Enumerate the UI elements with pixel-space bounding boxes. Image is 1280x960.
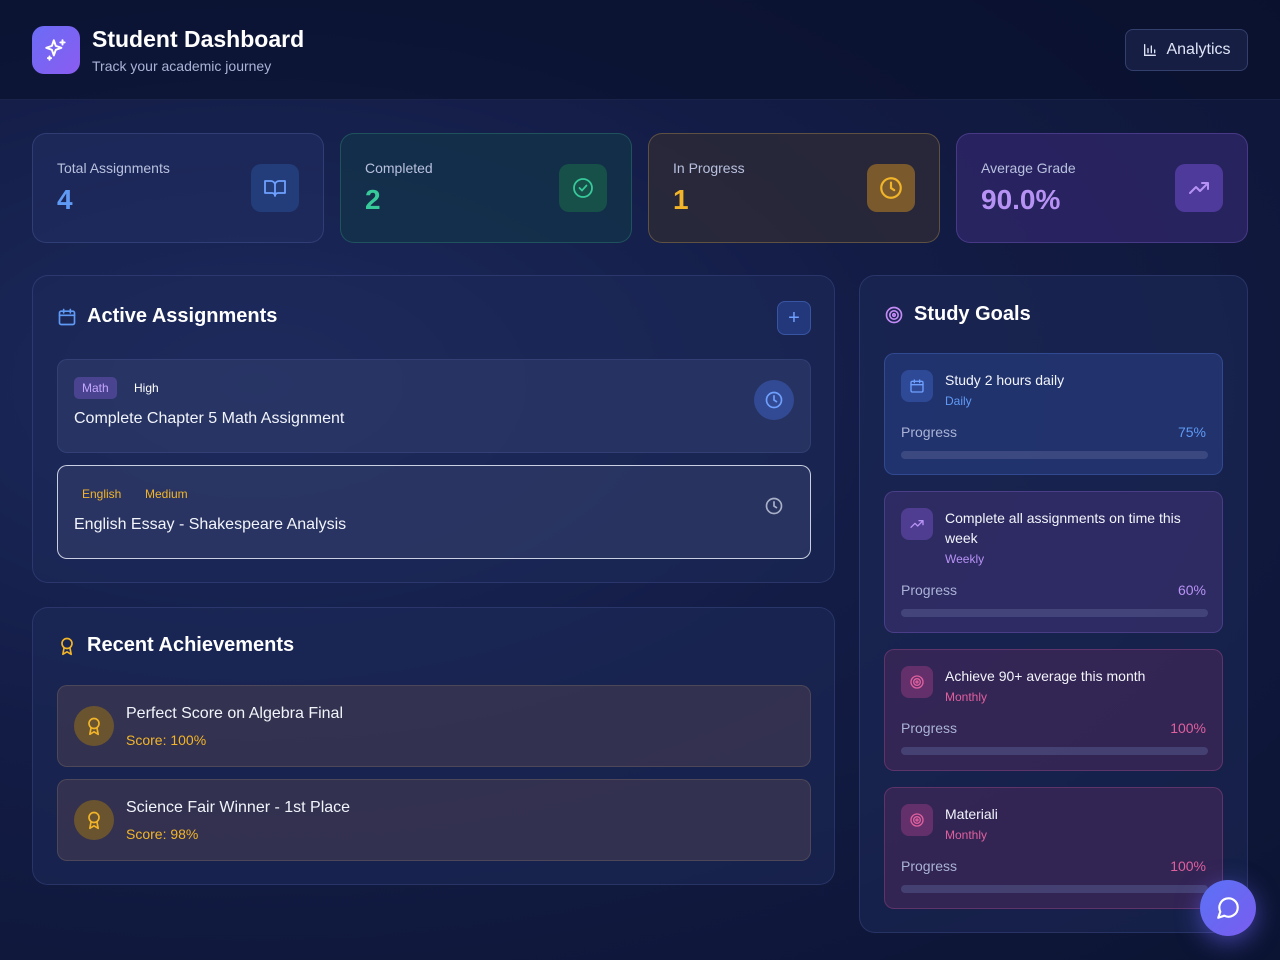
award-icon: [61, 637, 73, 655]
progress-value: 60%: [1177, 582, 1206, 598]
recent-achievements-heading: Recent Achievements: [57, 634, 294, 657]
analytics-button[interactable]: Analytics: [1125, 29, 1248, 71]
stat-label: Average Grade: [981, 160, 1076, 176]
progress-bar: [901, 885, 1208, 893]
goal-frequency: Monthly: [945, 690, 988, 704]
priority-badge: High: [134, 381, 159, 395]
stat-value: 4: [57, 184, 73, 215]
add-assignment-button[interactable]: +: [777, 301, 811, 335]
assignment-title: English Essay - Shakespeare Analysis: [74, 516, 347, 533]
goal-frequency: Daily: [945, 394, 972, 408]
study-goals-heading: Study Goals: [884, 303, 1031, 326]
goal-card[interactable]: Materiali Monthly Progress 100%: [884, 787, 1223, 909]
subject-badge: English: [82, 487, 122, 501]
achievement-title: Science Fair Winner - 1st Place: [126, 799, 351, 816]
goal-name: Complete all assignments on time this we…: [945, 510, 1181, 546]
recent-achievements-panel: Recent Achievements Perfect Score on Alg…: [32, 607, 835, 885]
achievement-title: Perfect Score on Algebra Final: [126, 705, 344, 722]
chat-button[interactable]: [1200, 880, 1256, 936]
achievement-item: Science Fair Winner - 1st Place Score: 9…: [57, 779, 811, 861]
analytics-button-label: Analytics: [1166, 41, 1231, 58]
active-assignments-heading: Active Assignments: [57, 305, 277, 328]
stat-value: 90.0%: [981, 184, 1061, 215]
progress-value: 75%: [1177, 424, 1206, 440]
award-icon: [74, 800, 114, 840]
progress-label: Progress: [901, 858, 958, 874]
progress-value: 100%: [1170, 720, 1206, 736]
goal-name: Study 2 hours daily: [945, 372, 1065, 388]
achievement-score: Score: 100%: [126, 732, 207, 748]
goal-card[interactable]: Complete all assignments on time this we…: [884, 491, 1223, 633]
progress-label: Progress: [901, 720, 958, 736]
stat-card-completed: Completed 2: [340, 133, 632, 243]
stat-card-in-progress: In Progress 1: [648, 133, 940, 243]
progress-bar: [901, 609, 1208, 617]
goal-card[interactable]: Study 2 hours daily Daily Progress 75%: [884, 353, 1223, 475]
goal-card[interactable]: Achieve 90+ average this month Monthly P…: [884, 649, 1223, 771]
page-title: Student Dashboard: [92, 26, 305, 52]
sparkles-icon: [32, 26, 80, 74]
subject-badge: Math: [74, 377, 117, 399]
achievement-score: Score: 98%: [126, 826, 199, 842]
progress-label: Progress: [901, 582, 958, 598]
stat-card-average-grade: Average Grade 90.0%: [956, 133, 1248, 243]
progress-bar: [901, 451, 1208, 459]
check-circle-icon: [559, 164, 607, 212]
stat-value: 2: [365, 184, 381, 215]
clock-icon[interactable]: [754, 380, 794, 420]
calendar-icon: [901, 370, 933, 402]
page-subtitle: Track your academic journey: [92, 58, 272, 74]
goal-frequency: Monthly: [945, 828, 988, 842]
active-assignments-panel: Active Assignments + Math High Complete …: [32, 275, 835, 583]
assignment-title: Complete Chapter 5 Math Assignment: [74, 410, 345, 427]
assignment-item[interactable]: Math High Complete Chapter 5 Math Assign…: [57, 359, 811, 453]
target-icon: [901, 804, 933, 836]
goal-name: Achieve 90+ average this month: [945, 668, 1146, 684]
bar-chart-icon: [1144, 44, 1157, 56]
stat-label: In Progress: [673, 160, 745, 176]
trending-up-icon: [901, 508, 933, 540]
book-open-icon: [251, 164, 299, 212]
goal-frequency: Weekly: [945, 552, 985, 566]
progress-value: 100%: [1170, 858, 1206, 874]
clock-icon: [867, 164, 915, 212]
award-icon: [74, 706, 114, 746]
achievement-item: Perfect Score on Algebra Final Score: 10…: [57, 685, 811, 767]
progress-label: Progress: [901, 424, 958, 440]
stat-value: 1: [673, 184, 689, 215]
clock-icon[interactable]: [754, 486, 794, 526]
target-icon: [901, 666, 933, 698]
stat-label: Completed: [365, 160, 433, 176]
stat-card-total-assignments: Total Assignments 4: [32, 133, 324, 243]
priority-badge: Medium: [145, 487, 188, 501]
calendar-icon: [58, 308, 76, 325]
study-goals-panel: Study Goals Study 2 hours daily Daily Pr…: [859, 275, 1248, 933]
trending-up-icon: [1175, 164, 1223, 212]
target-icon: [885, 306, 903, 323]
assignment-item[interactable]: English Medium English Essay - Shakespea…: [57, 465, 811, 559]
goal-name: Materiali: [945, 806, 998, 822]
app-header: Student Dashboard Track your academic jo…: [0, 0, 1280, 100]
progress-bar: [901, 747, 1208, 755]
message-circle-icon: [1217, 897, 1239, 919]
stat-label: Total Assignments: [57, 160, 170, 176]
